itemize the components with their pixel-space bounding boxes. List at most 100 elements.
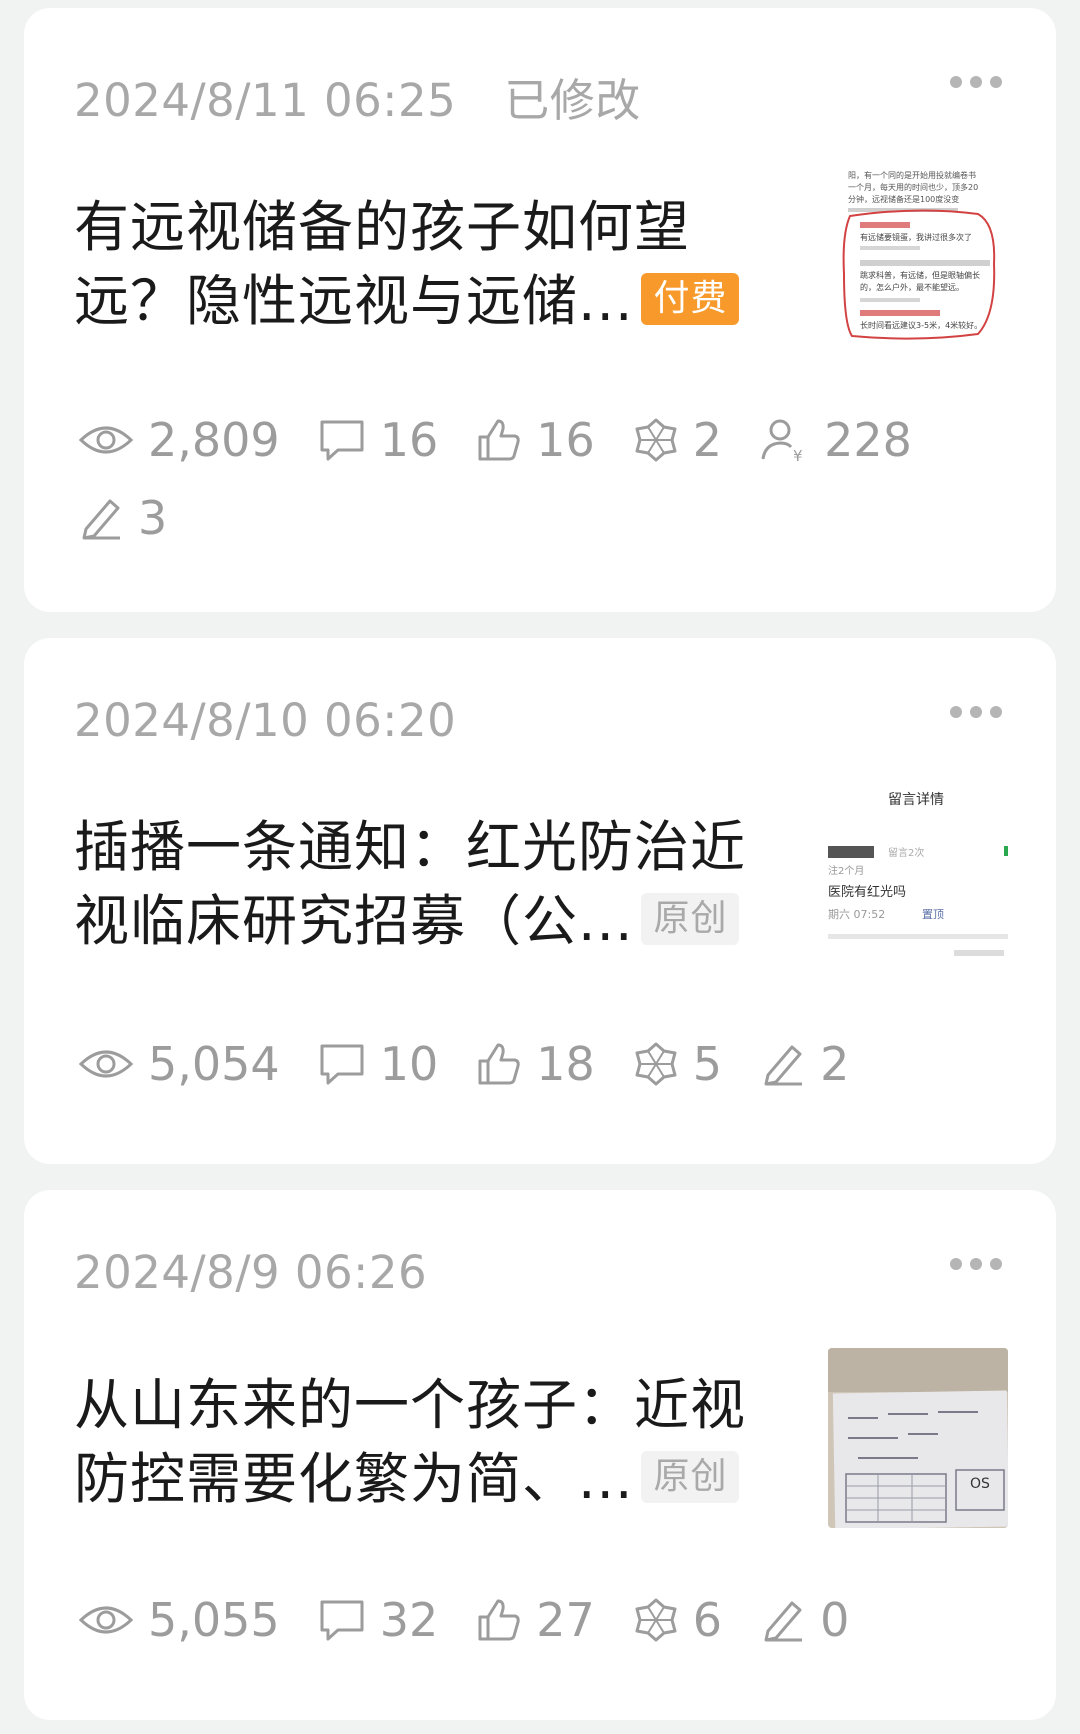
article-title[interactable]: 从山东来的一个孩子：近视 防控需要化繁为简、... 原创: [74, 1368, 774, 1516]
thumb-text: 置顶: [922, 908, 944, 921]
more-dot-icon: [990, 706, 1002, 718]
pen-icon: [82, 499, 120, 540]
edits-stat: 2: [760, 1036, 849, 1092]
shares-count: 2: [692, 413, 723, 467]
title-line: 从山东来的一个孩子：近视: [74, 1373, 747, 1437]
publish-time: 2024/8/9 06:26: [74, 1246, 428, 1299]
eye-icon: [78, 1606, 134, 1634]
thumb-text: 跳求科普，有远储，但是眼轴偏长: [860, 270, 980, 280]
comments-count: 10: [379, 1037, 439, 1091]
rewards-stat: ¥ 228: [760, 412, 912, 468]
article-card[interactable]: 2024/8/9 06:26 从山东来的一个孩子：近视 防控需要化繁为简、...…: [24, 1190, 1056, 1720]
comments-count: 16: [379, 413, 439, 467]
thumb-text: 有远储要镜蛋，我讲过很多次了: [860, 232, 972, 242]
more-dot-icon: [970, 76, 982, 88]
shares-stat: 6: [633, 1592, 722, 1648]
more-options-button[interactable]: [950, 76, 1002, 88]
shares-stat: 2: [633, 412, 722, 468]
title-line-text: 视临床研究招募（公...: [74, 889, 634, 953]
more-dot-icon: [970, 1258, 982, 1270]
more-dot-icon: [950, 1258, 962, 1270]
article-stats: 5,055 32 27 6 0: [78, 1592, 978, 1648]
likes-count: 18: [536, 1037, 595, 1091]
shares-stat: 5: [633, 1036, 722, 1092]
likes-stat: 16: [476, 412, 595, 468]
article-thumbnail[interactable]: 留言详情 留言2次 注2个月 医院有红光吗 期六 07:52 置顶: [828, 784, 1008, 964]
article-date: 2024/8/9 06:26: [74, 1246, 427, 1299]
thumb-text: 医院有红光吗: [828, 884, 906, 900]
views-count: 5,054: [148, 1037, 280, 1091]
shares-count: 5: [692, 1037, 723, 1091]
article-title[interactable]: 有远视储备的孩子如何望 远？隐性远视与远储... 付费: [74, 190, 774, 338]
title-line-text: 远？隐性远视与远储...: [74, 269, 634, 333]
thumbs-up-icon: [478, 1043, 520, 1085]
article-card[interactable]: 2024/8/11 06:25 已修改 有远视储备的孩子如何望 远？隐性远视与远储…: [24, 8, 1056, 612]
views-stat: 5,054: [78, 1036, 280, 1092]
paid-badge: 付费: [641, 272, 740, 325]
comment-icon: [320, 420, 364, 461]
article-card[interactable]: 2024/8/10 06:20 插播一条通知：红光防治近 视临床研究招募（公..…: [24, 638, 1056, 1164]
comments-stat: 32: [318, 1592, 439, 1648]
eye-icon: [78, 426, 134, 454]
title-line: 视临床研究招募（公... 原创: [74, 884, 774, 958]
share-icon: [635, 1042, 677, 1086]
comment-icon: [320, 1044, 364, 1085]
original-badge: 原创: [641, 1450, 740, 1503]
thumb-text: 留言2次: [888, 846, 924, 859]
article-stats: 2,809 16 16 2 ¥ 228 3: [78, 412, 978, 546]
rewards-count: 228: [824, 413, 912, 467]
svg-text:¥: ¥: [793, 447, 803, 463]
likes-stat: 18: [476, 1036, 595, 1092]
shares-count: 6: [692, 1593, 723, 1647]
thumb-text: OS: [970, 1476, 990, 1492]
thumb-text: 长时间看远建议3-5米，4米较好。: [860, 320, 982, 330]
more-dot-icon: [990, 1258, 1002, 1270]
likes-stat: 27: [476, 1592, 595, 1648]
views-count: 5,055: [148, 1593, 280, 1647]
article-title[interactable]: 插播一条通知：红光防治近 视临床研究招募（公... 原创: [74, 810, 774, 958]
thumb-text: 一个月，每天用的时间也少，顶多20: [848, 182, 978, 192]
article-thumbnail[interactable]: 阳，有一个同的是开始用投就编卷书 一个月，每天用的时间也少，顶多20 分钟，远视…: [828, 164, 1008, 344]
thumb-text: 分钟，远视储备还是100度没变: [848, 194, 959, 204]
edits-count: 2: [820, 1037, 850, 1091]
comments-count: 32: [379, 1593, 439, 1647]
edits-stat: 3: [78, 490, 167, 546]
thumb-text: 的，怎么户外，最不能望远。: [860, 282, 964, 292]
paper-photo-thumbnail: OS: [828, 1348, 1008, 1528]
article-date: 2024/8/11 06:25 已修改: [74, 64, 641, 129]
views-count: 2,809: [148, 413, 280, 467]
comment-screenshot-thumbnail: 阳，有一个同的是开始用投就编卷书 一个月，每天用的时间也少，顶多20 分钟，远视…: [828, 164, 1008, 344]
pen-icon: [764, 1601, 803, 1642]
edits-count: 3: [138, 491, 168, 545]
more-dot-icon: [990, 76, 1002, 88]
title-line: 有远视储备的孩子如何望: [74, 195, 691, 259]
message-detail-thumbnail: 留言详情 留言2次 注2个月 医院有红光吗 期六 07:52 置顶: [828, 784, 1008, 964]
more-dot-icon: [950, 706, 962, 718]
thumb-text: 注2个月: [828, 864, 864, 877]
comment-icon: [320, 1600, 364, 1641]
title-line-text: 防控需要化繁为简、...: [74, 1447, 634, 1511]
title-line: 防控需要化繁为简、... 原创: [74, 1442, 774, 1516]
thumb-text: 期六 07:52: [828, 908, 885, 921]
modified-label: 已修改: [504, 74, 641, 127]
more-dot-icon: [950, 76, 962, 88]
thumb-text: 阳，有一个同的是开始用投就编卷书: [848, 170, 976, 180]
more-options-button[interactable]: [950, 706, 1002, 718]
publish-time: 2024/8/11 06:25: [74, 74, 457, 127]
article-thumbnail[interactable]: OS: [828, 1348, 1008, 1528]
comments-stat: 16: [318, 412, 439, 468]
share-icon: [635, 418, 677, 462]
edits-stat: 0: [760, 1592, 849, 1648]
views-stat: 5,055: [78, 1592, 280, 1648]
comments-stat: 10: [318, 1036, 439, 1092]
views-stat: 2,809: [78, 412, 280, 468]
more-dot-icon: [970, 706, 982, 718]
original-badge: 原创: [641, 892, 740, 945]
reward-icon: ¥: [761, 419, 803, 463]
share-icon: [635, 1598, 677, 1642]
eye-icon: [78, 1050, 134, 1078]
edits-count: 0: [820, 1593, 850, 1647]
thumb-text: 留言详情: [888, 792, 944, 808]
likes-count: 27: [536, 1593, 595, 1647]
more-options-button[interactable]: [950, 1258, 1002, 1270]
